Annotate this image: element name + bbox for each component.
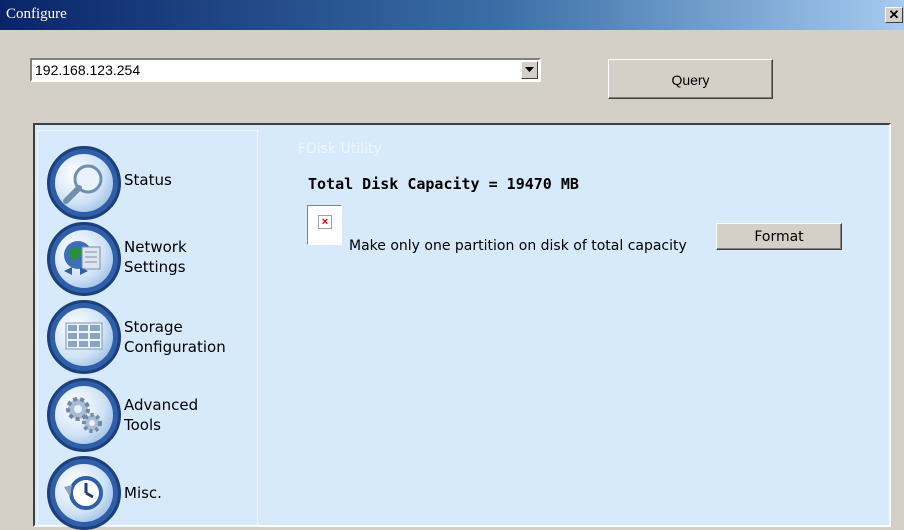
broken-image-icon: × [318, 215, 332, 229]
gears-icon [66, 397, 102, 433]
sidebar-item-misc[interactable] [47, 456, 121, 530]
total-capacity-text: Total Disk Capacity = 19470 MB [308, 175, 579, 193]
sidebar-item-misc-label[interactable]: Misc. [124, 483, 162, 503]
sidebar-item-status-label[interactable]: Status [124, 170, 172, 190]
clock-icon [64, 476, 103, 510]
title-bar: Configure ✕ [0, 0, 904, 30]
section-title: FDisk Utility [298, 141, 382, 157]
sidebar-item-storage-configuration[interactable] [47, 300, 121, 374]
sidebar-item-advanced-tools-label[interactable]: Advanced Tools [124, 395, 198, 435]
query-button-label: Query [671, 72, 710, 88]
query-button[interactable]: Query [608, 59, 773, 99]
window-title: Configure [6, 6, 67, 22]
sidebar-item-advanced-tools[interactable] [47, 378, 121, 452]
network-globe-icon [64, 241, 101, 275]
format-button-label: Format [754, 229, 804, 245]
single-partition-label: Make only one partition on disk of total… [349, 238, 687, 254]
format-button[interactable]: Format [716, 223, 842, 250]
sidebar-item-network-settings-label[interactable]: Network Settings [124, 237, 187, 277]
storage-grid-icon [65, 322, 103, 350]
magnifier-icon [63, 164, 103, 204]
sidebar-item-storage-configuration-label[interactable]: Storage Configuration [124, 317, 226, 357]
close-icon[interactable]: ✕ [885, 7, 903, 23]
ip-address-combo[interactable]: 192.168.123.254 [30, 58, 541, 82]
sidebar-item-status[interactable] [47, 146, 121, 220]
sidebar-item-network-settings[interactable] [47, 222, 121, 296]
dropdown-arrow-icon[interactable] [521, 61, 538, 79]
ip-address-value: 192.168.123.254 [35, 62, 141, 78]
